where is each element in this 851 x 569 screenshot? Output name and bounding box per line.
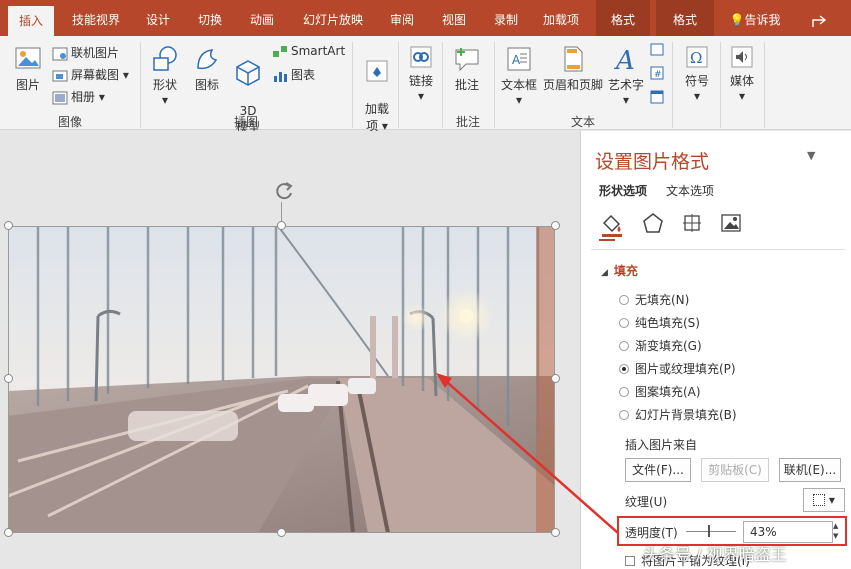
annotation-arrow-overlay: [436, 373, 619, 534]
watermark-text: 头条号 / 视界暗盗王: [643, 545, 787, 564]
